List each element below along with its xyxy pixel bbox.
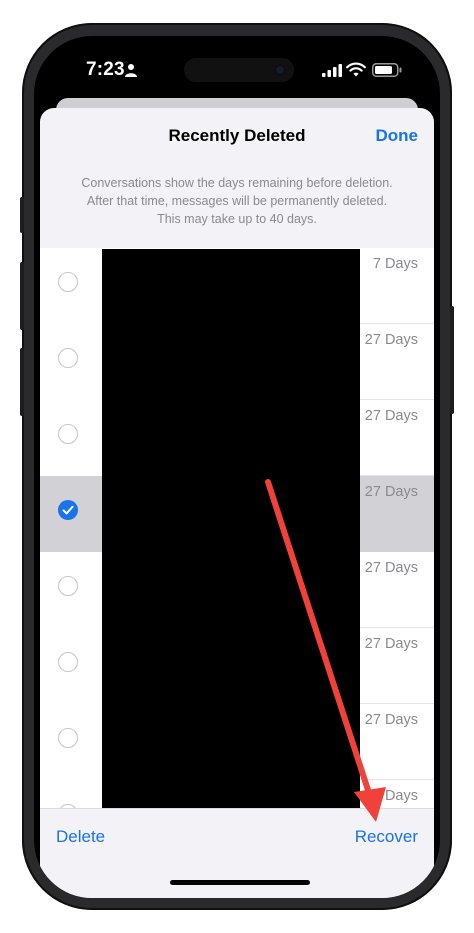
volume-up-button (20, 262, 24, 330)
camera-icon (274, 64, 286, 76)
recover-button[interactable]: Recover (355, 827, 418, 847)
select-circle[interactable] (58, 348, 78, 368)
wifi-icon (346, 62, 366, 77)
days-remaining: 27 Days (364, 560, 418, 576)
volume-down-button (20, 348, 24, 416)
signal-icon (322, 64, 342, 77)
days-remaining: 27 Days (364, 712, 418, 728)
home-indicator (170, 880, 310, 885)
info-line-3: This may take up to 40 days. (157, 212, 317, 226)
battery-icon (372, 63, 402, 77)
power-button (450, 306, 454, 414)
status-time: 7:23 (86, 59, 125, 80)
bottom-toolbar: Delete Recover (40, 808, 434, 898)
select-circle[interactable] (58, 576, 78, 596)
action-button (20, 197, 24, 233)
days-remaining: 27 Days (364, 332, 418, 348)
conversation-list[interactable]: 7 Days 27 Days 27 Days 27 Days 27 Days 2… (40, 248, 434, 808)
redacted-conversation-names (102, 249, 360, 808)
select-circle[interactable] (58, 424, 78, 444)
days-remaining: 27 Days (364, 408, 418, 424)
checkmark-icon (62, 505, 74, 515)
done-button[interactable]: Done (376, 126, 419, 146)
select-circle[interactable] (58, 272, 78, 292)
days-remaining: 27 Days (364, 484, 418, 500)
select-circle[interactable] (58, 652, 78, 672)
phone-screen: 7:23 Recently Deleted Done Conversations… (34, 36, 440, 898)
select-circle[interactable] (58, 728, 78, 748)
info-line-1: Conversations show the days remaining be… (81, 176, 393, 190)
status-bar: 7:23 (34, 36, 440, 100)
person-icon (125, 64, 137, 77)
days-remaining: 27 Days (364, 636, 418, 652)
days-remaining: 27 Days (364, 788, 418, 804)
info-line-2: After that time, messages will be perman… (86, 194, 388, 208)
days-remaining: 7 Days (372, 256, 418, 272)
select-circle-checked[interactable] (58, 500, 78, 520)
delete-button[interactable]: Delete (56, 827, 105, 847)
recently-deleted-sheet: Recently Deleted Done Conversations show… (40, 108, 434, 898)
info-text: Conversations show the days remaining be… (60, 174, 414, 228)
